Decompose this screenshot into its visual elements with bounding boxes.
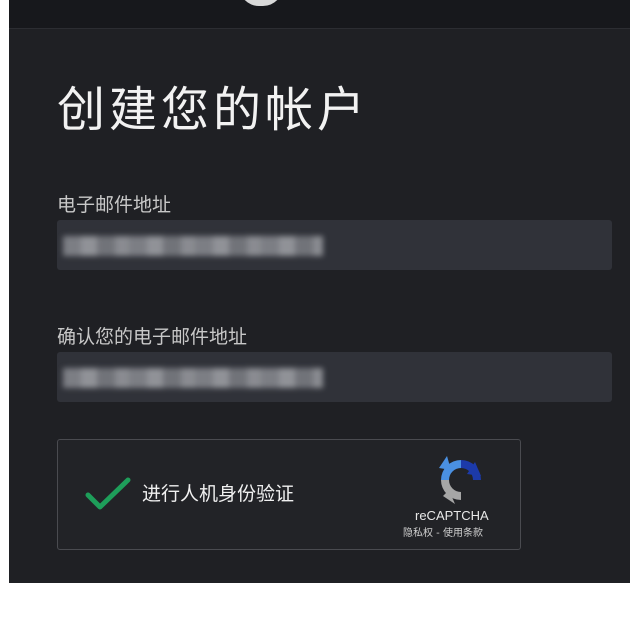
top-bar — [9, 0, 630, 29]
circle-logo-icon[interactable] — [239, 0, 283, 6]
page: 创建您的帐户 电子邮件地址 确认您的电子邮件地址 进行人机身份验证 reCAPT… — [0, 0, 630, 640]
link-separator: - — [433, 528, 443, 539]
confirm-email-label: 确认您的电子邮件地址 — [57, 326, 248, 348]
recaptcha-links: 隐私权 - 使用条款 — [403, 528, 483, 540]
confirm-email-field[interactable] — [57, 352, 612, 402]
signup-panel: 创建您的帐户 电子邮件地址 确认您的电子邮件地址 进行人机身份验证 reCAPT… — [9, 0, 630, 583]
confirm-email-value-redacted — [63, 368, 323, 388]
recaptcha-widget: 进行人机身份验证 reCAPTCHA 隐私权 - 使用条款 — [57, 439, 521, 550]
privacy-link[interactable]: 隐私权 — [403, 528, 433, 539]
terms-link[interactable]: 使用条款 — [443, 528, 483, 539]
email-value-redacted — [63, 236, 323, 256]
recaptcha-label: 进行人机身份验证 — [142, 483, 295, 505]
checkmark-icon[interactable] — [84, 476, 132, 512]
page-title: 创建您的帐户 — [57, 82, 370, 138]
email-label: 电子邮件地址 — [57, 194, 172, 216]
email-field[interactable] — [57, 220, 612, 270]
recaptcha-logo-icon — [439, 456, 481, 504]
recaptcha-brand: reCAPTCHA — [415, 508, 489, 523]
